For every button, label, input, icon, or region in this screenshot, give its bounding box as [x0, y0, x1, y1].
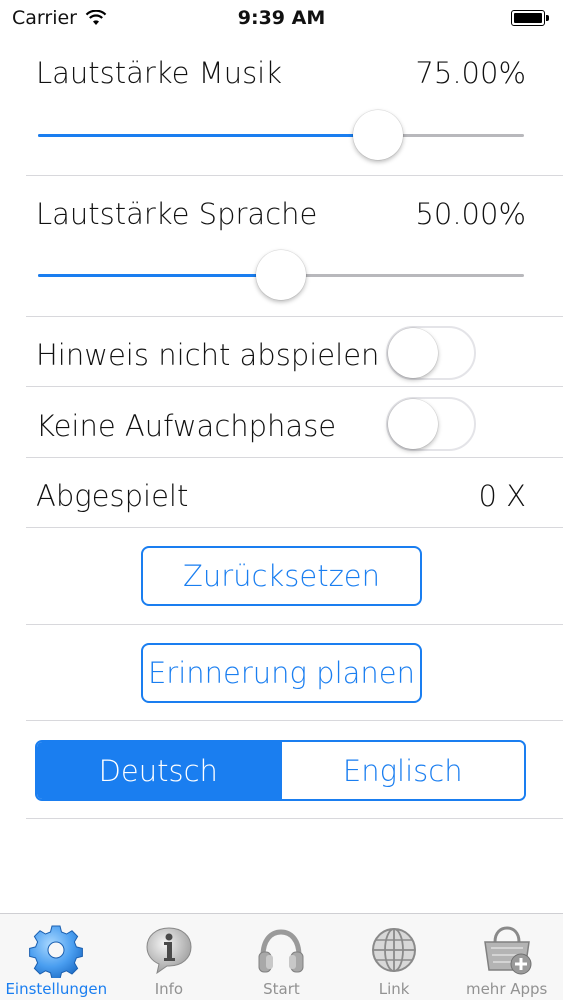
- toggle-knob: [388, 399, 438, 449]
- schedule-reminder-button[interactable]: Erinnerung planen: [141, 643, 422, 703]
- gear-icon: [29, 925, 84, 978]
- status-bar: Carrier 9:39 AM: [0, 0, 563, 38]
- segment-englisch[interactable]: Englisch: [279, 742, 524, 799]
- tab-label: mehr Apps: [465, 980, 548, 998]
- speech-volume-slider[interactable]: [38, 250, 524, 300]
- tab-start[interactable]: Start: [225, 914, 338, 1000]
- battery-icon: [511, 10, 551, 26]
- separator: [26, 624, 563, 625]
- separator: [26, 175, 563, 176]
- music-volume-slider[interactable]: [38, 110, 524, 160]
- tab-label: Info: [154, 980, 184, 998]
- tab-label: Link: [378, 980, 410, 998]
- tab-link[interactable]: Link: [338, 914, 451, 1000]
- hint-toggle-label: Hinweis nicht abspielen: [36, 338, 380, 372]
- wakeup-toggle-switch[interactable]: [386, 397, 476, 451]
- music-volume-label: Lautstärke Musik: [36, 56, 283, 90]
- music-volume-value: 75.00%: [415, 56, 526, 90]
- wakeup-toggle-label: Keine Aufwachphase: [36, 409, 337, 443]
- language-segmented-control: Deutsch Englisch: [35, 740, 526, 801]
- slider-fill: [38, 134, 379, 137]
- globe-icon: [372, 928, 417, 972]
- basket-add-icon: [483, 926, 532, 975]
- reset-button[interactable]: Zurücksetzen: [141, 546, 422, 606]
- speech-volume-value: 50.00%: [415, 197, 526, 231]
- played-count: 0 X: [478, 479, 526, 513]
- separator: [26, 818, 563, 819]
- separator: [26, 457, 563, 458]
- slider-thumb[interactable]: [256, 250, 306, 300]
- tab-einstellungen[interactable]: Einstellungen: [0, 914, 113, 1000]
- info-icon: [146, 927, 192, 975]
- played-label: Abgespielt: [36, 479, 189, 513]
- separator: [26, 527, 563, 528]
- hint-toggle-switch[interactable]: [386, 326, 476, 380]
- tab-mehr-apps[interactable]: mehr Apps: [450, 914, 563, 1000]
- tab-label: Einstellungen: [5, 980, 108, 998]
- segment-deutsch[interactable]: Deutsch: [37, 742, 280, 799]
- status-time: 9:39 AM: [237, 7, 326, 29]
- toggle-knob: [388, 328, 438, 378]
- speech-volume-label: Lautstärke Sprache: [36, 197, 318, 231]
- tab-bar: Einstellungen Info Start Link mehr Apps: [0, 913, 563, 1000]
- separator: [26, 720, 563, 721]
- slider-thumb[interactable]: [353, 110, 404, 160]
- slider-fill: [38, 274, 281, 277]
- headphones-icon: [258, 929, 304, 973]
- tab-label: Start: [263, 980, 300, 998]
- separator: [26, 316, 563, 317]
- separator: [26, 386, 563, 387]
- tab-info[interactable]: Info: [113, 914, 226, 1000]
